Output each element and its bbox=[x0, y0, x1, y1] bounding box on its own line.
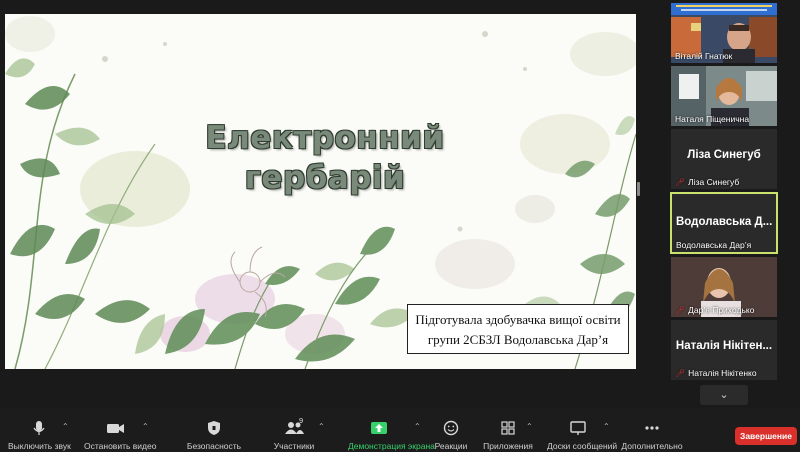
smiley-icon bbox=[443, 420, 459, 436]
participant-name-row: 🎤︎ Наталія Нікітенко bbox=[675, 368, 757, 378]
meeting-toolbar: Выключить звук ⌃ Остановить видео ⌃ Безо… bbox=[0, 408, 800, 452]
whiteboards-button[interactable]: Доски сообщений bbox=[547, 408, 617, 452]
more-dots-icon bbox=[645, 426, 659, 430]
participant-name: Ліза Синегуб bbox=[688, 177, 740, 187]
participant-name: Дар’я Приходько bbox=[688, 305, 755, 315]
microphone-icon bbox=[33, 421, 45, 435]
author-line-2: групи 2СБЗЛ Водолавська Дар’я bbox=[427, 332, 609, 347]
participant-name: Віталій Гнатюк bbox=[675, 51, 733, 61]
chevron-down-icon: ⌄ bbox=[719, 389, 729, 401]
apps-options-button[interactable]: ⌃ bbox=[526, 408, 536, 452]
share-screen-label: Демонстрация экрана bbox=[348, 441, 435, 451]
muted-mic-icon: 🎤︎ bbox=[675, 306, 686, 315]
share-screen-icon bbox=[371, 422, 387, 434]
apps-icon bbox=[501, 421, 515, 435]
participant-name: Наталія Нікітенко bbox=[688, 368, 757, 378]
share-screen-button[interactable]: Демонстрация экрана bbox=[348, 408, 435, 452]
caret-up-icon: ⌃ bbox=[142, 422, 149, 431]
video-camera-icon bbox=[107, 424, 124, 433]
participants-options-button[interactable]: ⌃ bbox=[318, 408, 328, 452]
participant-display-name: Ліза Синегуб bbox=[687, 149, 761, 161]
participant-tile[interactable]: Наталя Піщенична bbox=[671, 66, 777, 126]
video-options-button[interactable]: ⌃ bbox=[142, 408, 152, 452]
participant-tile[interactable]: Ліза Синегуб 🎤︎ Ліза Синегуб bbox=[671, 129, 777, 189]
author-caption: Підготувала здобувачка вищої освіти груп… bbox=[407, 304, 629, 354]
slide-title: Електронний гербарій bbox=[155, 118, 495, 198]
participants-count: 9 bbox=[299, 416, 304, 425]
caret-up-icon: ⌃ bbox=[318, 422, 325, 431]
gallery-scroll-down-button[interactable]: ⌄ bbox=[700, 385, 748, 405]
panel-resize-handle[interactable] bbox=[637, 182, 640, 196]
participants-label: Участники bbox=[273, 441, 315, 451]
slide-title-line-2: гербарій bbox=[244, 160, 406, 196]
caret-up-icon: ⌃ bbox=[62, 422, 69, 431]
video-button[interactable]: Остановить видео bbox=[84, 408, 156, 452]
participants-button[interactable]: 9 Участники bbox=[274, 408, 315, 452]
reactions-button[interactable]: Реакции bbox=[435, 408, 467, 452]
participant-name-row: 🎤︎ Дар’я Приходько bbox=[675, 305, 754, 315]
apps-button[interactable]: Приложения bbox=[483, 408, 533, 452]
caret-up-icon: ⌃ bbox=[414, 422, 421, 431]
security-button[interactable]: Безопасность bbox=[187, 408, 241, 452]
participants-gallery: Віталій Гнатюк Наталя Піщенична Ліза Син… bbox=[668, 0, 800, 408]
mute-label: Выключить звук bbox=[8, 441, 71, 451]
muted-mic-icon: 🎤︎ bbox=[675, 178, 686, 187]
participant-name: Наталя Піщенична bbox=[675, 114, 750, 124]
caret-up-icon: ⌃ bbox=[526, 422, 533, 431]
muted-mic-icon: 🎤︎ bbox=[675, 369, 686, 378]
caret-up-icon: ⌃ bbox=[603, 422, 610, 431]
security-label: Безопасность bbox=[186, 441, 242, 451]
more-button[interactable]: Дополнительно bbox=[621, 408, 683, 452]
author-line-1: Підготувала здобувачка вищої освіти bbox=[415, 312, 621, 327]
audio-options-button[interactable]: ⌃ bbox=[62, 408, 72, 452]
participant-name: Водолавська Дар’я bbox=[676, 240, 752, 250]
shared-screen-area: Електронний гербарій Підготувала здобува… bbox=[0, 0, 668, 408]
participant-tile-active-speaker[interactable]: Водолавська Д... Водолавська Дар’я bbox=[670, 192, 778, 254]
participant-display-name: Водолавська Д... bbox=[676, 216, 773, 228]
shield-icon bbox=[208, 421, 220, 435]
presentation-slide: Електронний гербарій Підготувала здобува… bbox=[5, 14, 636, 369]
reactions-label: Реакции bbox=[434, 441, 468, 451]
participant-name-row: 🎤︎ Ліза Синегуб bbox=[675, 177, 739, 187]
participant-tile[interactable]: Віталій Гнатюк bbox=[671, 3, 777, 63]
whiteboards-label: Доски сообщений bbox=[547, 441, 618, 451]
participant-display-name: Наталія Нікітен... bbox=[675, 340, 773, 352]
video-label: Остановить видео bbox=[84, 441, 157, 451]
slide-title-line-1: Електронний bbox=[205, 120, 445, 156]
end-meeting-button[interactable]: Завершение bbox=[735, 427, 797, 445]
whiteboards-options-button[interactable]: ⌃ bbox=[603, 408, 613, 452]
participant-tile[interactable]: 🎤︎ Дар’я Приходько bbox=[671, 257, 777, 317]
participant-tile[interactable]: Наталія Нікітен... 🎤︎ Наталія Нікітенко bbox=[671, 320, 777, 380]
mute-button[interactable]: Выключить звук bbox=[8, 408, 71, 452]
more-label: Дополнительно bbox=[621, 441, 683, 451]
whiteboard-icon bbox=[570, 421, 586, 435]
